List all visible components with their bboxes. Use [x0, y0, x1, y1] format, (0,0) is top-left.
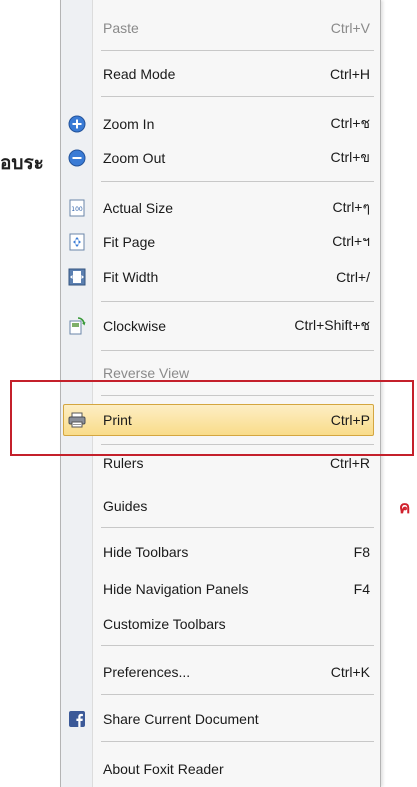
menu-separator: [101, 181, 374, 182]
zoom-in-icon: [67, 114, 87, 134]
facebook-icon: [67, 709, 87, 729]
menu-item-label: Preferences...: [103, 664, 191, 680]
menu-item-label: Customize Toolbars: [103, 616, 226, 632]
svg-text:100: 100: [71, 206, 83, 213]
menu-item-paste[interactable]: Paste Ctrl+V: [61, 12, 380, 44]
menu-separator: [101, 50, 374, 51]
menu-separator: [101, 96, 374, 97]
menu-item-guides[interactable]: Guides: [61, 490, 380, 522]
menu-item-customize-toolbars[interactable]: Customize Toolbars: [61, 608, 380, 640]
menu-item-hide-toolbars[interactable]: Hide Toolbars F8: [61, 536, 380, 568]
menu-item-shortcut: Ctrl+ๆ: [332, 199, 370, 215]
menu-item-read-mode[interactable]: Read Mode Ctrl+H: [61, 58, 380, 90]
menu-item-fit-width[interactable]: Fit Width Ctrl+/: [61, 261, 380, 293]
menu-item-label: Zoom Out: [103, 150, 166, 166]
menu-item-label: Read Mode: [103, 66, 176, 82]
menu-item-label: Rulers: [103, 455, 144, 471]
rotate-clockwise-icon: [67, 316, 87, 336]
menu-item-hide-navigation-panels[interactable]: Hide Navigation Panels F4: [61, 573, 380, 605]
menu-item-shortcut: F4: [353, 581, 370, 597]
menu-item-actual-size[interactable]: 100 Actual Size Ctrl+ๆ: [61, 192, 380, 224]
menu-item-label: Fit Width: [103, 269, 159, 285]
background-text-right: ค: [399, 498, 411, 518]
menu-item-zoom-in[interactable]: Zoom In Ctrl+ช: [61, 108, 380, 140]
background-text-left: อบระ: [0, 152, 44, 174]
zoom-out-icon: [67, 148, 87, 168]
menu-item-label: Reverse View: [103, 365, 190, 381]
menu-item-about-foxit-reader[interactable]: About Foxit Reader: [61, 753, 380, 785]
menu-item-label: Clockwise: [103, 318, 167, 334]
menu-separator: [101, 301, 374, 302]
actual-size-icon: 100: [67, 198, 87, 218]
menu-item-shortcut: Ctrl+ฯ: [332, 233, 370, 249]
menu-separator: [101, 350, 374, 351]
menu-item-label: Hide Navigation Panels: [103, 581, 249, 597]
menu-separator: [101, 694, 374, 695]
menu-item-share-current-document[interactable]: Share Current Document: [61, 703, 380, 735]
menu-item-shortcut: Ctrl+ข: [330, 149, 370, 165]
menu-separator: [101, 645, 374, 646]
menu-item-clockwise[interactable]: Clockwise Ctrl+Shift+ช: [61, 310, 380, 342]
menu-item-fit-page[interactable]: Fit Page Ctrl+ฯ: [61, 226, 380, 258]
menu-item-label: Share Current Document: [103, 711, 259, 727]
fit-width-icon: [67, 267, 87, 287]
menu-item-label: Zoom In: [103, 116, 155, 132]
menu-item-label: Guides: [103, 498, 148, 514]
menu-item-label: Actual Size: [103, 200, 174, 216]
menu-item-shortcut: Ctrl+V: [330, 20, 370, 36]
menu-item-shortcut: F8: [353, 544, 370, 560]
fit-page-icon: [67, 232, 87, 252]
menu-item-preferences[interactable]: Preferences... Ctrl+K: [61, 656, 380, 688]
menu-item-zoom-out[interactable]: Zoom Out Ctrl+ข: [61, 142, 380, 174]
menu-item-label: Fit Page: [103, 234, 156, 250]
menu-item-shortcut: Ctrl+K: [330, 664, 370, 680]
menu-item-shortcut: Ctrl+/: [336, 269, 370, 285]
callout-box: [10, 380, 414, 456]
menu-item-label: About Foxit Reader: [103, 761, 224, 777]
menu-item-shortcut: Ctrl+H: [329, 66, 370, 82]
menu-separator: [101, 741, 374, 742]
menu-item-label: Hide Toolbars: [103, 544, 189, 560]
menu-item-shortcut: Ctrl+ช: [330, 115, 370, 131]
menu-item-shortcut: Ctrl+Shift+ช: [294, 317, 370, 333]
menu-separator: [101, 527, 374, 528]
menu-item-shortcut: Ctrl+R: [329, 455, 370, 471]
menu-item-label: Paste: [103, 20, 139, 36]
